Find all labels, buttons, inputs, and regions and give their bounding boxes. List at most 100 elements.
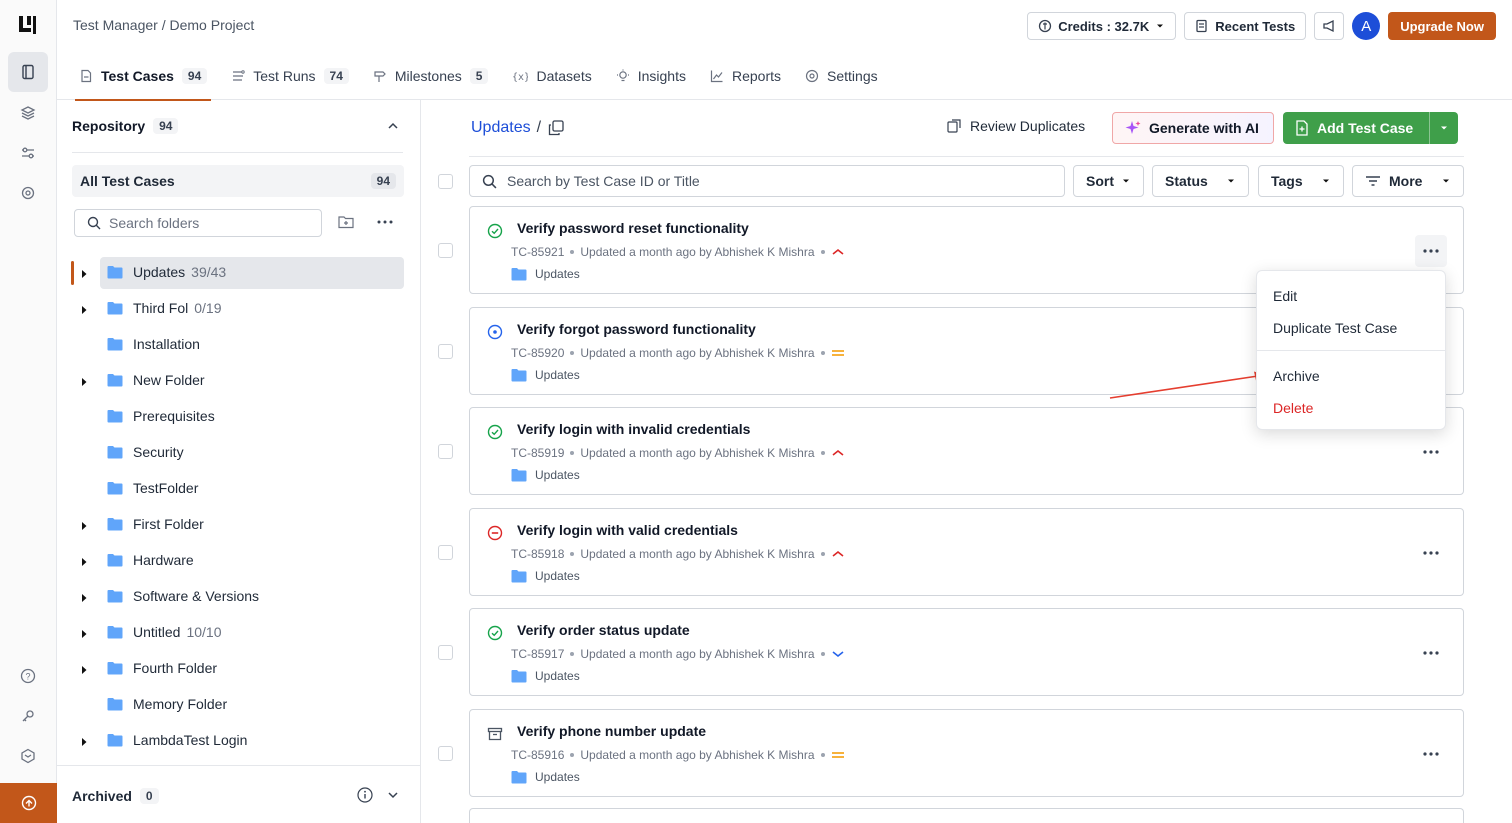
test-case-title[interactable]: Verify order status update	[517, 622, 690, 638]
settings-nav-icon[interactable]	[8, 173, 48, 213]
chevron-down-icon[interactable]	[387, 789, 399, 801]
expand-caret-icon[interactable]	[80, 665, 88, 675]
more-options-icon[interactable]	[1415, 436, 1447, 468]
archived-section[interactable]: Archived 0	[57, 765, 421, 823]
folder-item[interactable]: Fourth Folder	[57, 653, 421, 689]
help-icon[interactable]: ?	[8, 656, 48, 696]
all-test-cases[interactable]: All Test Cases 94	[72, 165, 404, 197]
test-case-title[interactable]: Verify forgot password functionality	[517, 321, 756, 337]
more-options-icon[interactable]	[1415, 738, 1447, 770]
avatar[interactable]: A	[1352, 12, 1381, 40]
chevron-down-icon	[1228, 179, 1234, 183]
upload-icon[interactable]	[0, 783, 57, 823]
sliders-nav-icon[interactable]	[8, 133, 48, 173]
key-icon[interactable]	[8, 696, 48, 736]
test-case-card[interactable]: Verify phone number update TC-85916 Update…	[469, 708, 1464, 797]
megaphone-icon	[1323, 19, 1334, 33]
folder-count: 0/19	[194, 300, 222, 316]
app-logo[interactable]	[16, 14, 38, 36]
folder-item[interactable]: TestFolder	[57, 473, 421, 509]
tags-dropdown[interactable]: Tags	[1258, 165, 1344, 197]
expand-caret-icon[interactable]	[80, 593, 88, 603]
breadcrumb-app[interactable]: Test Manager	[73, 17, 158, 33]
test-case-updated: Updated a month ago by Abhishek K Mishra	[580, 345, 815, 360]
tab-insights[interactable]: Insights	[616, 52, 686, 100]
add-test-case-dropdown[interactable]	[1430, 123, 1458, 133]
breadcrumb-project[interactable]: Demo Project	[170, 17, 255, 33]
folder-item[interactable]: Installation	[57, 329, 421, 365]
insights-icon	[616, 69, 629, 82]
expand-caret-icon[interactable]	[80, 521, 88, 531]
tab-test-runs[interactable]: Test Runs 74	[231, 52, 349, 100]
folder-item[interactable]: Software & Versions	[57, 581, 421, 617]
search-folders-input[interactable]: Search folders	[74, 209, 322, 237]
more-options-icon[interactable]	[1415, 235, 1447, 267]
test-case-title[interactable]: Verify password reset functionality	[517, 220, 749, 236]
test-case-title[interactable]: Verify login with invalid credentials	[517, 421, 750, 437]
repository-sidebar: Repository 94 All Test Cases 94 Search f…	[57, 100, 421, 823]
expand-caret-icon[interactable]	[80, 377, 88, 387]
test-case-checkbox[interactable]	[438, 645, 453, 660]
folder-item[interactable]: Prerequisites	[57, 401, 421, 437]
test-case-title[interactable]: Verify phone number update	[517, 723, 706, 739]
test-case-title[interactable]: Verify login with valid credentials	[517, 522, 738, 538]
expand-caret-icon[interactable]	[80, 305, 88, 315]
tab-test-cases[interactable]: Test Cases 94	[74, 52, 212, 101]
test-case-checkbox[interactable]	[438, 444, 453, 459]
folder-item[interactable]: Third Fol 0/19	[57, 293, 421, 329]
test-case-folder: Updates	[511, 669, 580, 683]
test-case-card[interactable]: Verify order status update TC-85917 Update…	[469, 608, 1464, 696]
expand-caret-icon[interactable]	[80, 269, 88, 279]
more-filters-dropdown[interactable]: More	[1352, 165, 1464, 197]
layers-nav-icon[interactable]	[8, 93, 48, 133]
menu-duplicate-test-case[interactable]: Duplicate Test Case	[1273, 320, 1397, 336]
folder-item[interactable]: Updates 39/43	[57, 257, 421, 293]
folder-item[interactable]: First Folder	[57, 509, 421, 545]
test-case-card[interactable]: Verify login with valid credentials TC-85…	[469, 507, 1464, 596]
folder-name: Security	[133, 444, 184, 460]
test-case-checkbox[interactable]	[438, 745, 453, 761]
tab-settings[interactable]: Settings	[805, 52, 878, 100]
menu-archive[interactable]: Archive	[1273, 368, 1320, 384]
folder-item[interactable]: LambdaTest Login	[57, 725, 421, 761]
generate-with-ai-button[interactable]: Generate with AI	[1112, 112, 1274, 144]
announcements-button[interactable]	[1314, 12, 1345, 40]
folder-item[interactable]: New Folder	[57, 365, 421, 401]
menu-edit[interactable]: Edit	[1273, 288, 1297, 304]
recent-tests-button[interactable]: Recent Tests	[1184, 12, 1307, 40]
test-case-checkbox[interactable]	[438, 343, 453, 359]
review-duplicates-button[interactable]: Review Duplicates	[946, 118, 1085, 134]
sort-dropdown[interactable]: Sort	[1073, 165, 1144, 197]
folder-item[interactable]: Untitled 10/10	[57, 617, 421, 653]
integrations-icon[interactable]	[8, 736, 48, 776]
tab-reports[interactable]: Reports	[710, 52, 781, 100]
folder-item[interactable]: Hardware	[57, 545, 421, 581]
expand-caret-icon[interactable]	[80, 629, 88, 639]
select-all-checkbox[interactable]	[438, 174, 453, 189]
folder-item[interactable]: Memory Folder	[57, 689, 421, 725]
collapse-repository-icon[interactable]	[387, 120, 399, 132]
add-test-case-button[interactable]: Add Test Case	[1283, 112, 1458, 144]
search-test-case-input[interactable]: Search by Test Case ID or Title	[469, 165, 1065, 197]
status-dropdown[interactable]: Status	[1152, 165, 1249, 197]
folder-name: Updates	[133, 264, 186, 280]
folder-title-link[interactable]: Updates	[471, 119, 531, 137]
test-manager-nav-icon[interactable]	[8, 52, 48, 92]
more-options-icon[interactable]	[1415, 537, 1447, 569]
test-case-checkbox[interactable]	[438, 544, 453, 560]
info-icon[interactable]	[357, 787, 373, 803]
folder-item[interactable]: Security	[57, 437, 421, 473]
credits-button[interactable]: Credits : 32.7K	[1027, 12, 1177, 40]
test-case-checkbox[interactable]	[438, 243, 453, 258]
copy-icon[interactable]	[547, 119, 565, 137]
expand-caret-icon[interactable]	[80, 557, 88, 567]
new-folder-icon[interactable]	[338, 215, 354, 229]
tab-datasets[interactable]: {x} Datasets	[512, 52, 591, 100]
more-options-icon[interactable]	[1415, 637, 1447, 669]
folder-icon	[107, 337, 123, 351]
menu-delete[interactable]: Delete	[1273, 400, 1313, 416]
tab-milestones[interactable]: Milestones 5	[373, 52, 489, 100]
expand-caret-icon[interactable]	[80, 737, 88, 747]
upgrade-now-button[interactable]: Upgrade Now	[1388, 12, 1496, 40]
folder-options-icon[interactable]	[376, 215, 394, 229]
